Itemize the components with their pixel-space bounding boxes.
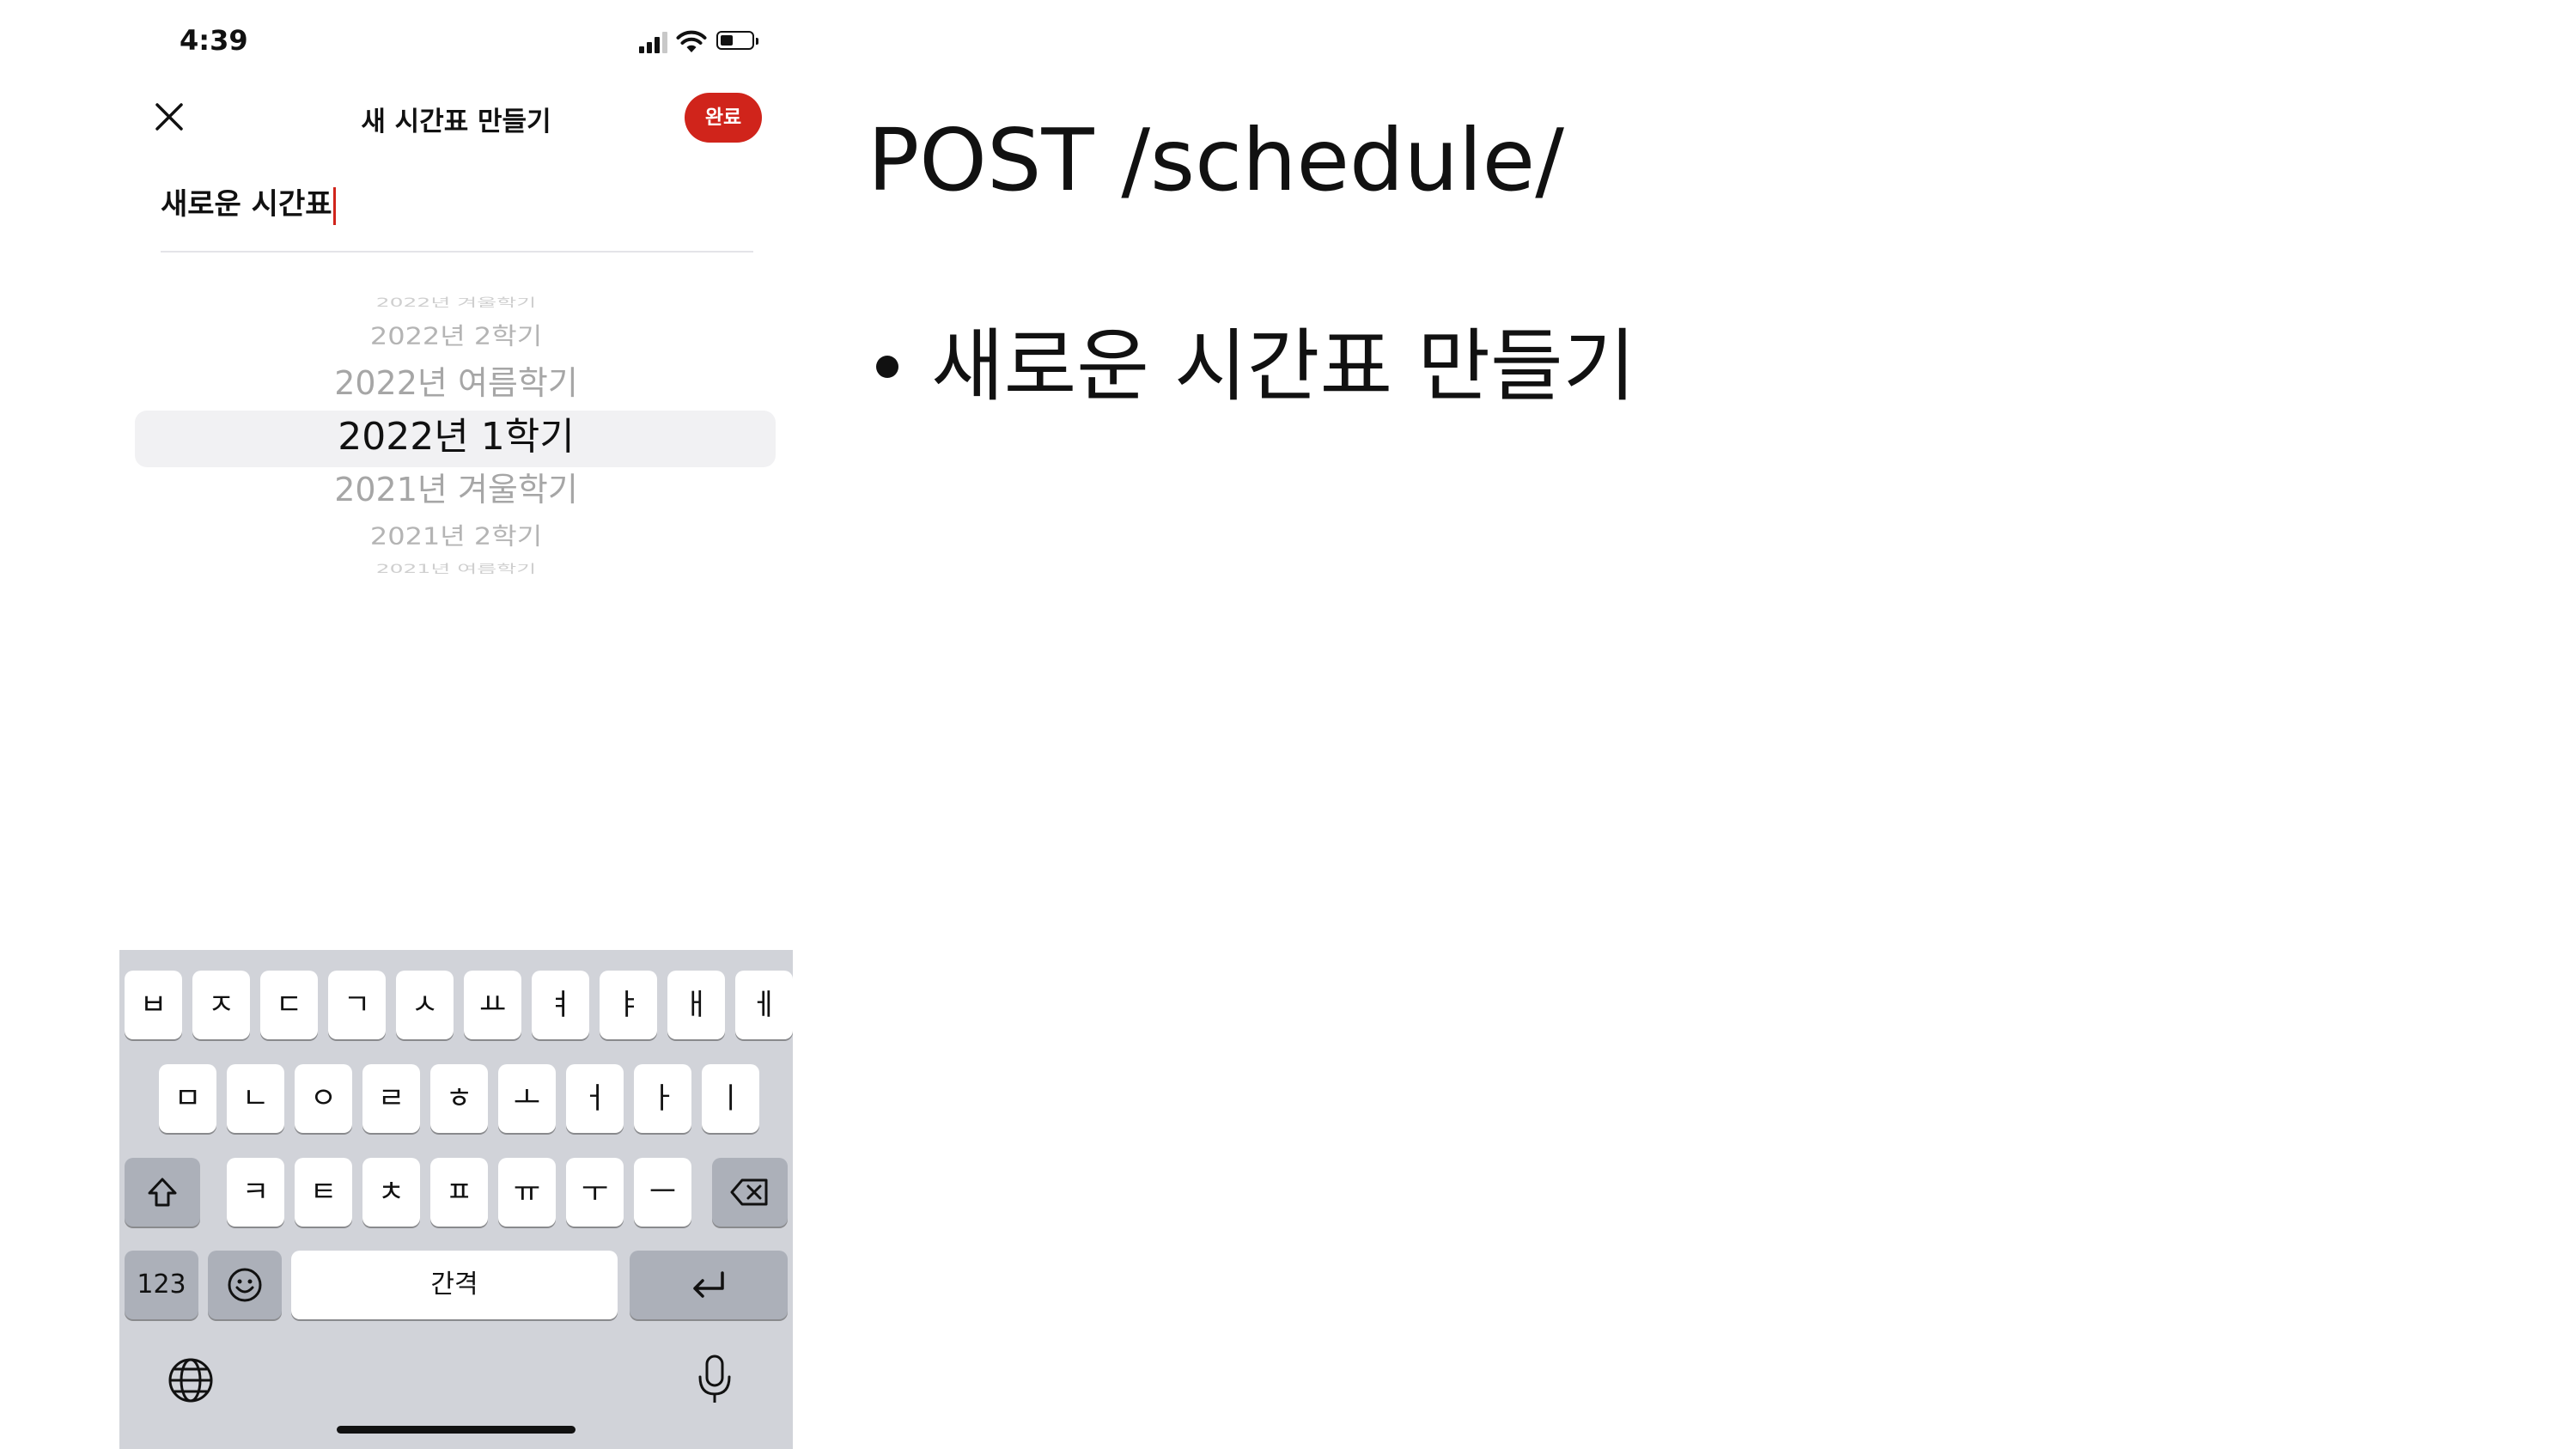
key[interactable]: ㅛ	[464, 971, 521, 1039]
key[interactable]: ㄴ	[227, 1064, 284, 1133]
key[interactable]: ㅠ	[498, 1158, 556, 1227]
emoji-key[interactable]	[208, 1251, 282, 1319]
return-icon	[693, 1271, 724, 1298]
key[interactable]: ㅎ	[430, 1064, 488, 1133]
key[interactable]: ㅍ	[430, 1158, 488, 1227]
key[interactable]: ㅡ	[634, 1158, 691, 1227]
schedule-name-value: 새로운 시간표	[161, 180, 336, 225]
slide-bullet-item: 새로운 시간표 만들기	[876, 302, 1635, 417]
cellular-signal-icon	[639, 31, 670, 53]
key[interactable]: ㅏ	[634, 1064, 691, 1133]
key[interactable]: ㅑ	[600, 971, 657, 1039]
key[interactable]: ㅗ	[498, 1064, 556, 1133]
key[interactable]: ㄹ	[362, 1064, 420, 1133]
battery-icon	[716, 31, 758, 50]
key[interactable]: ㅋ	[227, 1158, 284, 1227]
bullet-dot	[876, 355, 898, 378]
shift-icon	[148, 1178, 177, 1207]
keyboard: ㅂ ㅈ ㄷ ㄱ ㅅ ㅛ ㅕ ㅑ ㅐ ㅔ ㅁ ㄴ ㅇ ㄹ ㅎ ㅗ ㅓ ㅏ ㅣ ㅋ …	[119, 950, 793, 1449]
text-caret	[332, 186, 336, 225]
wifi-icon	[676, 30, 707, 52]
globe-icon[interactable]	[167, 1357, 214, 1403]
backspace-icon	[730, 1178, 768, 1206]
space-key[interactable]: 간격	[291, 1251, 618, 1319]
key[interactable]: ㅐ	[667, 971, 725, 1039]
picker-item-selected[interactable]: 2022년 1학기	[119, 418, 793, 456]
key[interactable]: ㅂ	[125, 971, 182, 1039]
picker-item[interactable]: 2021년 2학기	[119, 524, 793, 547]
schedule-name-text: 새로운 시간표	[161, 187, 332, 222]
status-time: 4:39	[180, 24, 248, 57]
emoji-icon	[228, 1268, 262, 1302]
done-button[interactable]: 완료	[685, 93, 762, 143]
key[interactable]: ㅌ	[295, 1158, 352, 1227]
microphone-icon[interactable]	[697, 1353, 733, 1406]
backspace-key[interactable]	[712, 1158, 788, 1227]
key[interactable]: ㅅ	[396, 971, 454, 1039]
key[interactable]: ㅓ	[566, 1064, 624, 1133]
key[interactable]: ㄱ	[328, 971, 386, 1039]
schedule-name-input[interactable]: 새로운 시간표	[161, 172, 753, 253]
phone-screen: 4:39 새 시간표 만들기 완료 새로운 시간표 2022년 겨울학기 202…	[119, 0, 793, 1449]
numbers-key[interactable]: 123	[125, 1251, 198, 1319]
key[interactable]: ㅊ	[362, 1158, 420, 1227]
picker-item[interactable]: 2022년 겨울학기	[119, 297, 793, 309]
key[interactable]: ㅕ	[532, 971, 589, 1039]
home-indicator[interactable]	[337, 1426, 575, 1434]
key[interactable]: ㅜ	[566, 1158, 624, 1227]
key[interactable]: ㅔ	[735, 971, 793, 1039]
shift-key[interactable]	[125, 1158, 200, 1227]
picker-item[interactable]: 2021년 겨울학기	[119, 473, 793, 506]
picker-item[interactable]: 2021년 여름학기	[119, 563, 793, 575]
key[interactable]: ㅣ	[702, 1064, 759, 1133]
key[interactable]: ㅈ	[192, 971, 250, 1039]
key[interactable]: ㅇ	[295, 1064, 352, 1133]
slide-bullet-text: 새로운 시간표 만들기	[931, 320, 1636, 412]
picker-item[interactable]: 2022년 2학기	[119, 324, 793, 347]
key[interactable]: ㄷ	[260, 971, 318, 1039]
key[interactable]: ㅁ	[159, 1064, 216, 1133]
return-key[interactable]	[630, 1251, 788, 1319]
slide-title: POST /schedule/	[868, 110, 1564, 210]
picker-item[interactable]: 2022년 여름학기	[119, 367, 793, 399]
